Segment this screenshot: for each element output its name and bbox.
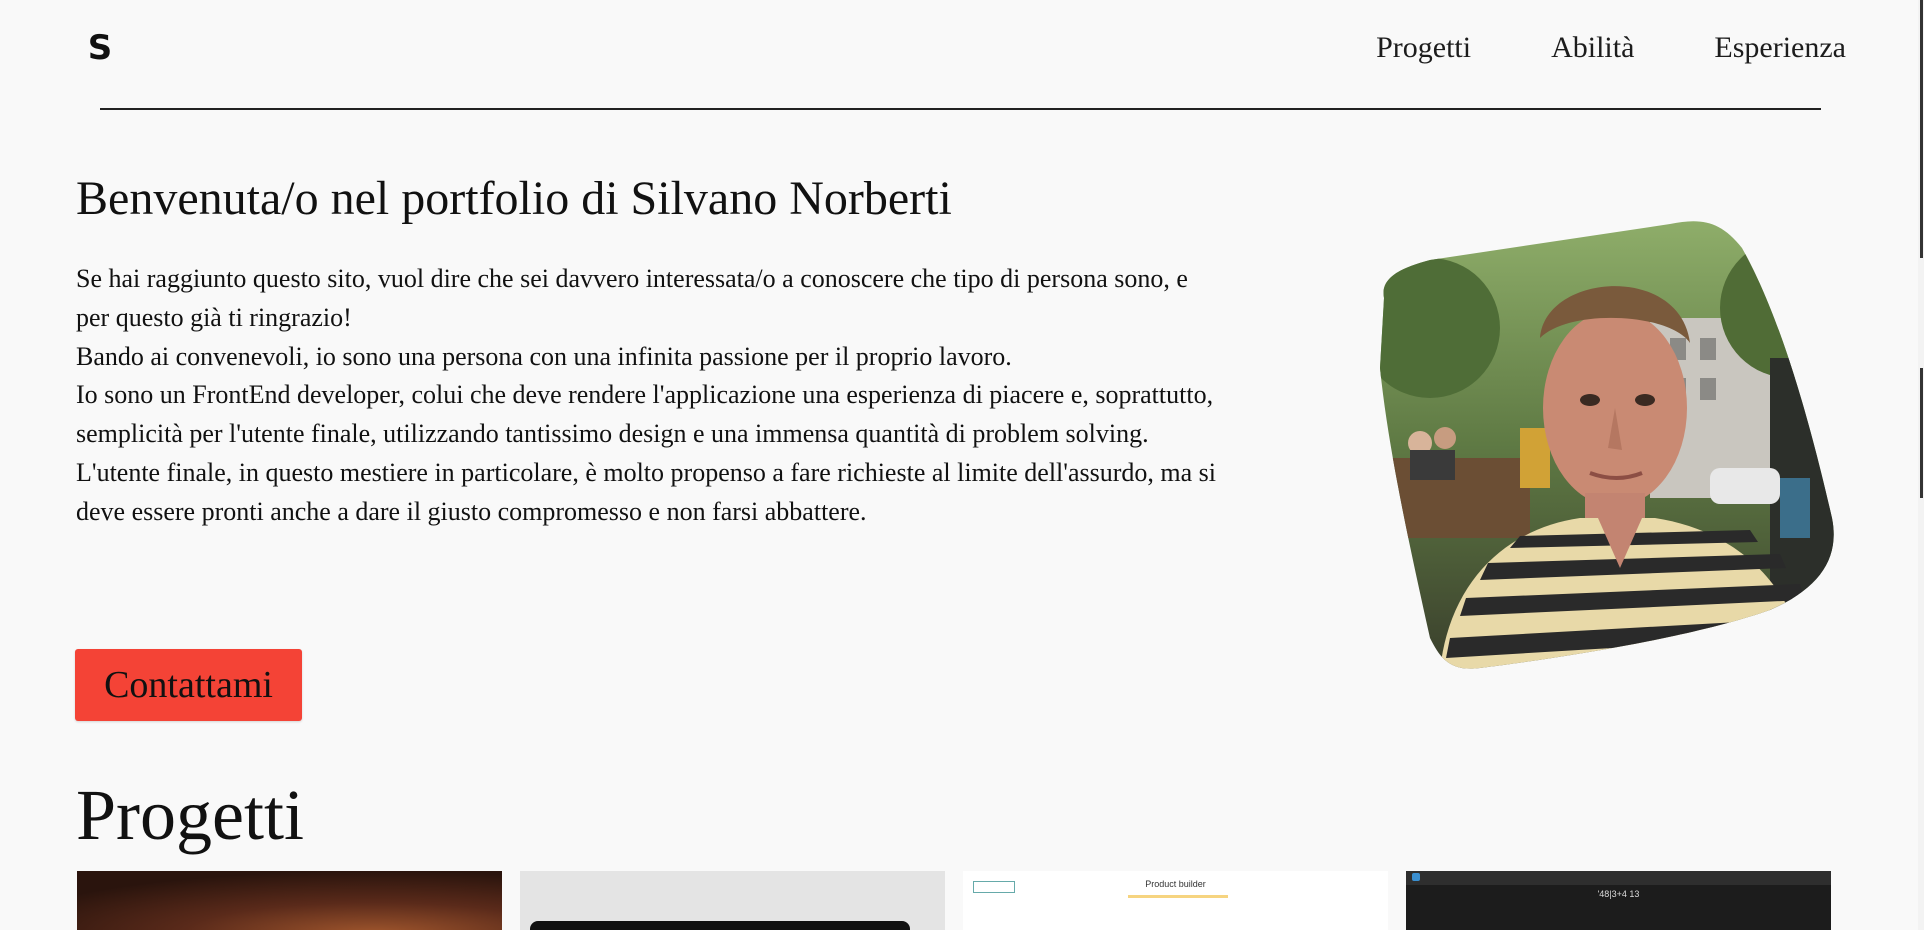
project-thumbnail [77,871,502,930]
nav-link-progetti[interactable]: Progetti [1376,28,1471,68]
main-nav: Progetti Abilità Esperienza [1376,28,1846,68]
project-thumbnail [520,871,945,930]
hero-intro: Se hai raggiunto questo sito, vuol dire … [76,260,1226,532]
scrollbar-thumb[interactable] [1920,0,1923,258]
page-scrollbar[interactable] [1918,0,1924,930]
project-thumbnail-bar [1128,895,1228,898]
profile-photo [1380,221,1834,669]
scrollbar-thumb[interactable] [1920,368,1923,498]
nav-link-esperienza[interactable]: Esperienza [1714,28,1846,68]
contact-button[interactable]: Contattami [75,649,302,721]
projects-title: Progetti [76,775,304,855]
project-card[interactable] [520,871,945,930]
project-card[interactable] [77,871,502,930]
project-thumbnail-topbar [1406,871,1831,885]
hero-paragraph: Bando ai convenevoli, io sono una person… [76,341,1012,371]
project-card-label: '48|3+4 13 [1597,889,1640,899]
project-card[interactable]: '48|3+4 13 [1406,871,1831,930]
header-divider [100,108,1821,110]
project-card[interactable]: Product builder [963,871,1388,930]
page: S Progetti Abilità Esperienza Benvenuta/… [0,0,1924,930]
app-icon [1412,873,1420,881]
hero-paragraph: L'utente finale, in questo mestiere in p… [76,457,1216,526]
nav-link-abilita[interactable]: Abilità [1551,28,1634,68]
hero-paragraph: Se hai raggiunto questo sito, vuol dire … [76,264,1188,332]
project-card-label: Product builder [1145,879,1206,889]
hero-paragraph: Io sono un FrontEnd developer, colui che… [76,380,1214,449]
logo[interactable]: S [86,30,114,66]
hero-title: Benvenuta/o nel portfolio di Silvano Nor… [76,172,952,225]
